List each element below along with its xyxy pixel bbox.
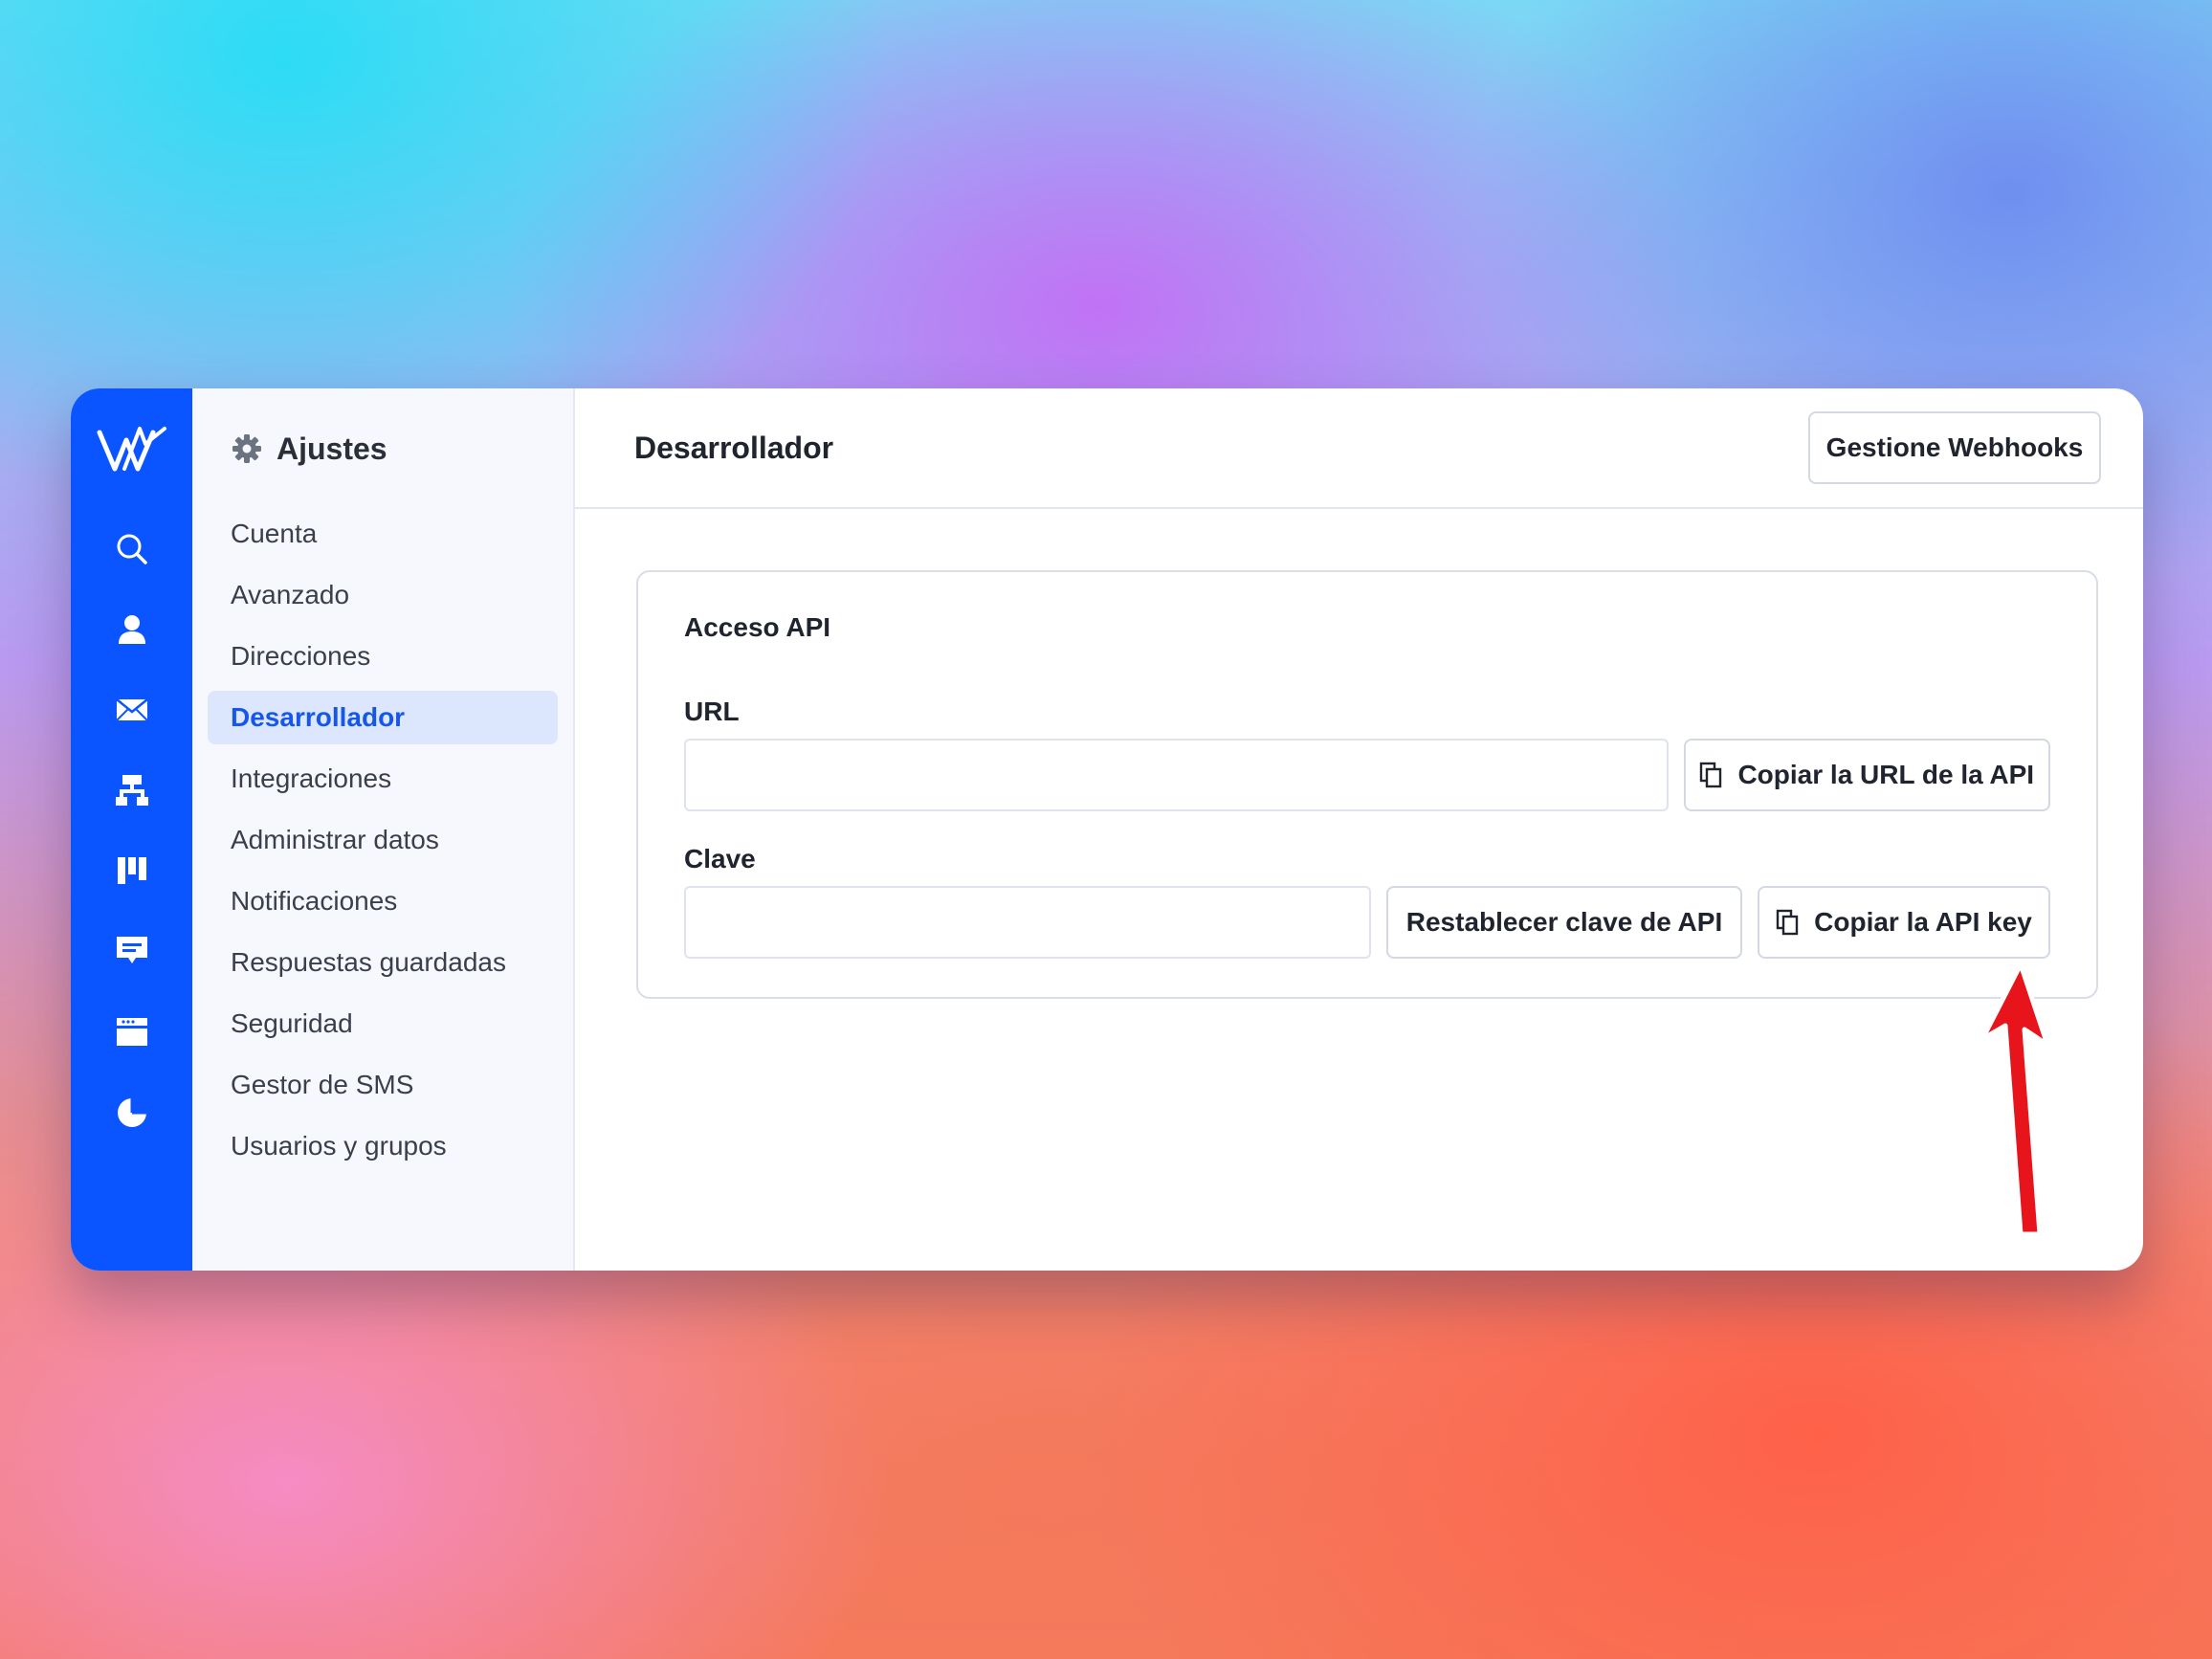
nav-item-direcciones[interactable]: Direcciones — [208, 630, 558, 683]
rail-org[interactable] — [103, 762, 161, 819]
nav-item-administrar-datos[interactable]: Administrar datos — [208, 813, 558, 867]
settings-header: Ajustes — [208, 425, 558, 473]
pie-chart-icon — [117, 1097, 147, 1127]
nav-item-respuestas-guardadas[interactable]: Respuestas guardadas — [208, 936, 558, 989]
copy-api-url-label: Copiar la URL de la API — [1737, 760, 2035, 789]
card-title: Acceso API — [684, 612, 831, 642]
nav-item-seguridad[interactable]: Seguridad — [208, 997, 558, 1051]
rail-kanban[interactable] — [103, 842, 161, 899]
calendar-icon — [116, 1018, 147, 1046]
kanban-icon — [117, 857, 146, 884]
api-url-input[interactable] — [684, 739, 1669, 811]
rail-mail[interactable] — [103, 681, 161, 739]
copy-icon — [1776, 909, 1799, 936]
rail-calendar[interactable] — [103, 1003, 161, 1060]
rail-reports[interactable] — [103, 1083, 161, 1140]
copy-api-url-button[interactable]: Copiar la URL de la API — [1683, 739, 2050, 811]
reset-api-key-button[interactable]: Restablecer clave de API — [1386, 886, 1742, 959]
icon-rail — [71, 388, 192, 1271]
nav-item-integraciones[interactable]: Integraciones — [208, 752, 558, 806]
nav-item-notificaciones[interactable]: Notificaciones — [208, 874, 558, 928]
org-chart-icon — [115, 775, 148, 806]
main-panel: Desarrollador Gestione Webhooks Acceso A… — [575, 388, 2143, 1271]
settings-title: Ajustes — [276, 431, 387, 466]
manage-webhooks-button[interactable]: Gestione Webhooks — [1808, 411, 2101, 484]
copy-api-key-label: Copiar la API key — [1814, 907, 2032, 937]
chat-icon — [116, 937, 147, 963]
mail-icon — [115, 698, 148, 721]
page-title: Desarrollador — [634, 430, 834, 465]
rail-search[interactable] — [103, 520, 161, 578]
copy-icon — [1700, 762, 1722, 788]
search-icon — [117, 534, 147, 564]
nav-item-cuenta[interactable]: Cuenta — [208, 507, 558, 561]
annotation-arrow-icon — [1980, 962, 2050, 1237]
nav-item-desarrollador[interactable]: Desarrollador — [208, 691, 558, 744]
app-window: Ajustes Cuenta Avanzado Direcciones Desa… — [71, 388, 2143, 1271]
key-row: Restablecer clave de API Copiar la API k… — [684, 886, 2050, 959]
nav-item-gestor-sms[interactable]: Gestor de SMS — [208, 1058, 558, 1112]
nav-item-avanzado[interactable]: Avanzado — [208, 568, 558, 622]
url-row: Copiar la URL de la API — [684, 739, 2050, 811]
api-key-input[interactable] — [684, 886, 1371, 959]
person-icon — [118, 615, 145, 644]
key-label: Clave — [684, 844, 756, 874]
api-access-card: Acceso API URL Copiar la URL de la API C… — [636, 570, 2098, 999]
gear-icon — [232, 434, 261, 463]
url-label: URL — [684, 697, 740, 726]
copy-api-key-button[interactable]: Copiar la API key — [1758, 886, 2050, 959]
settings-sidebar: Ajustes Cuenta Avanzado Direcciones Desa… — [192, 388, 575, 1271]
rail-chat[interactable] — [103, 922, 161, 980]
nav-item-usuarios-grupos[interactable]: Usuarios y grupos — [208, 1119, 558, 1173]
rail-contacts[interactable] — [103, 601, 161, 658]
main-header: Desarrollador Gestione Webhooks — [575, 388, 2143, 509]
logo-icon[interactable] — [96, 423, 168, 476]
